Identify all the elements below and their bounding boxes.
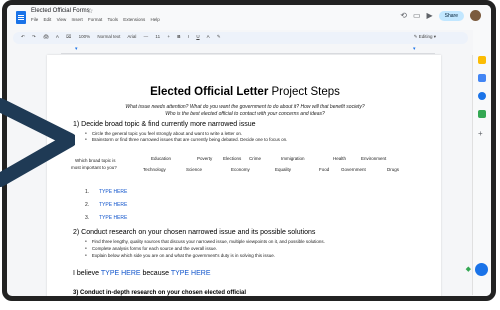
document-page[interactable]: Elected Official Letter Project Steps Wh… bbox=[47, 55, 441, 296]
belief-because: because bbox=[140, 270, 171, 277]
font-size-input[interactable]: 11 bbox=[155, 34, 160, 39]
belief-lead: I believe bbox=[73, 270, 101, 277]
topic-option[interactable]: Food bbox=[319, 167, 329, 172]
star-icon[interactable]: ☆ bbox=[87, 7, 93, 15]
topic-option[interactable]: Science bbox=[186, 167, 202, 172]
menu-extensions[interactable]: Extensions bbox=[123, 17, 145, 22]
bottom-margin bbox=[0, 301, 500, 310]
tasks-icon[interactable] bbox=[478, 74, 486, 82]
pointer-arrow-icon bbox=[0, 98, 75, 187]
avatar[interactable] bbox=[470, 10, 481, 21]
left-indent-handle[interactable]: ▾ bbox=[75, 47, 78, 52]
question-label-line-2: most important to you? bbox=[71, 165, 117, 170]
topic-option[interactable]: Crime bbox=[249, 156, 261, 161]
menu-tools[interactable]: Tools bbox=[107, 17, 118, 22]
topic-option[interactable]: Government bbox=[341, 167, 366, 172]
menu-bar: File Edit View Insert Format Tools Exten… bbox=[31, 17, 164, 22]
bold-button[interactable]: B bbox=[177, 34, 180, 39]
step2-bullet: Explain below which side you are on and … bbox=[85, 253, 275, 258]
zoom-select[interactable]: 100% bbox=[79, 34, 91, 39]
topic-option[interactable]: Equality bbox=[275, 167, 291, 172]
right-indent-handle[interactable]: ▾ bbox=[413, 47, 416, 52]
highlight-icon[interactable]: ✎ bbox=[217, 34, 221, 39]
topic-option[interactable]: Technology bbox=[143, 167, 166, 172]
assistant-fab-icon[interactable] bbox=[475, 263, 488, 276]
style-select[interactable]: Normal text bbox=[97, 34, 120, 39]
title-bar: Elected Official Forms ☆ File Edit View … bbox=[7, 5, 491, 30]
redo-icon[interactable]: ↷ bbox=[32, 34, 36, 39]
type-here-field[interactable]: TYPE HERE bbox=[171, 270, 211, 277]
list-number: 3. bbox=[85, 215, 90, 221]
step1-bullet: Brainstorm or find three narrowed issues… bbox=[85, 137, 288, 142]
add-addon-icon[interactable]: + bbox=[478, 130, 486, 138]
underline-button[interactable]: U bbox=[196, 34, 199, 39]
menu-format[interactable]: Format bbox=[88, 17, 102, 22]
history-icon[interactable]: ⟲ bbox=[400, 11, 407, 20]
font-size-decrease[interactable]: — bbox=[144, 34, 149, 39]
device-frame: Elected Official Forms ☆ File Edit View … bbox=[2, 0, 496, 301]
question-label-line-1: Which broad topic is bbox=[75, 158, 116, 163]
contacts-icon[interactable] bbox=[478, 92, 486, 100]
italic-button[interactable]: I bbox=[188, 34, 189, 39]
font-select[interactable]: Arial bbox=[127, 34, 136, 39]
docs-logo-icon[interactable] bbox=[16, 11, 26, 24]
step3-heading: 3) Conduct in-depth research on your cho… bbox=[73, 290, 247, 296]
subquestion-line-1: What issue needs attention? What do you … bbox=[125, 104, 365, 110]
print-icon[interactable]: 🖨 bbox=[43, 34, 49, 39]
type-here-field[interactable]: TYPE HERE bbox=[101, 270, 141, 277]
editing-mode-select[interactable]: ✎ Editing ▾ bbox=[414, 34, 436, 40]
toolbar: ↶ ↷ 🖨 A ⌧ 100% Normal text Arial — 11 + … bbox=[13, 32, 468, 44]
list-number: 2. bbox=[85, 202, 90, 208]
document-title[interactable]: Elected Official Forms bbox=[31, 8, 90, 14]
topic-option[interactable]: Health bbox=[333, 156, 346, 161]
keep-icon[interactable] bbox=[478, 56, 486, 64]
menu-view[interactable]: View bbox=[57, 17, 67, 22]
topic-option[interactable]: Environment bbox=[361, 156, 386, 161]
share-button[interactable]: Share bbox=[438, 10, 464, 21]
type-here-field[interactable]: TYPE HERE bbox=[99, 215, 127, 221]
doc-heading-rest: Project Steps bbox=[268, 86, 340, 98]
top-right-controls: ⟲ ▭ ▶ Share bbox=[400, 10, 481, 21]
topic-option[interactable]: Poverty bbox=[197, 156, 212, 161]
menu-help[interactable]: Help bbox=[151, 17, 160, 22]
explore-icon[interactable]: ◆ bbox=[466, 265, 471, 273]
side-panel: + bbox=[473, 30, 491, 296]
meet-icon[interactable]: ▶ bbox=[427, 11, 433, 20]
step2-bullet: Find three lengthy, quality sources that… bbox=[85, 239, 325, 244]
ruler[interactable]: ▾ ▾ bbox=[61, 47, 435, 54]
belief-statement: I believe TYPE HERE because TYPE HERE bbox=[73, 270, 211, 277]
topic-option[interactable]: Drugs bbox=[387, 167, 399, 172]
paint-format-icon[interactable]: ⌧ bbox=[66, 34, 71, 39]
step1-heading: 1) Decide broad topic & find currently m… bbox=[73, 121, 256, 128]
maps-icon[interactable] bbox=[478, 110, 486, 118]
topic-option[interactable]: Economy bbox=[231, 167, 250, 172]
type-here-field[interactable]: TYPE HERE bbox=[99, 189, 127, 195]
doc-heading-bold: Elected Official Letter bbox=[150, 86, 269, 98]
menu-insert[interactable]: Insert bbox=[72, 17, 83, 22]
undo-icon[interactable]: ↶ bbox=[21, 34, 25, 39]
subquestion-line-2: Who is the best elected official to cont… bbox=[165, 111, 325, 117]
topic-option[interactable]: Education bbox=[151, 156, 171, 161]
menu-edit[interactable]: Edit bbox=[44, 17, 52, 22]
font-size-increase[interactable]: + bbox=[167, 34, 170, 39]
editing-label: Editing bbox=[418, 34, 433, 39]
type-here-field[interactable]: TYPE HERE bbox=[99, 202, 127, 208]
menu-file[interactable]: File bbox=[31, 17, 38, 22]
list-number: 1. bbox=[85, 189, 90, 195]
topic-option[interactable]: Immigration bbox=[281, 156, 305, 161]
comment-icon[interactable]: ▭ bbox=[413, 11, 421, 20]
step2-heading: 2) Conduct research on your chosen narro… bbox=[73, 229, 316, 236]
doc-heading: Elected Official Letter Project Steps bbox=[75, 86, 415, 98]
toolbar-items: ↶ ↷ 🖨 A ⌧ 100% Normal text Arial — 11 + … bbox=[21, 34, 227, 40]
text-color-button[interactable]: A bbox=[207, 34, 210, 39]
topic-option[interactable]: Elections bbox=[223, 156, 241, 161]
step2-bullet: Complete analysis forms for each source … bbox=[85, 246, 217, 251]
spellcheck-icon[interactable]: A bbox=[56, 34, 59, 39]
step1-bullet: Circle the general topic you feel strong… bbox=[85, 131, 242, 136]
